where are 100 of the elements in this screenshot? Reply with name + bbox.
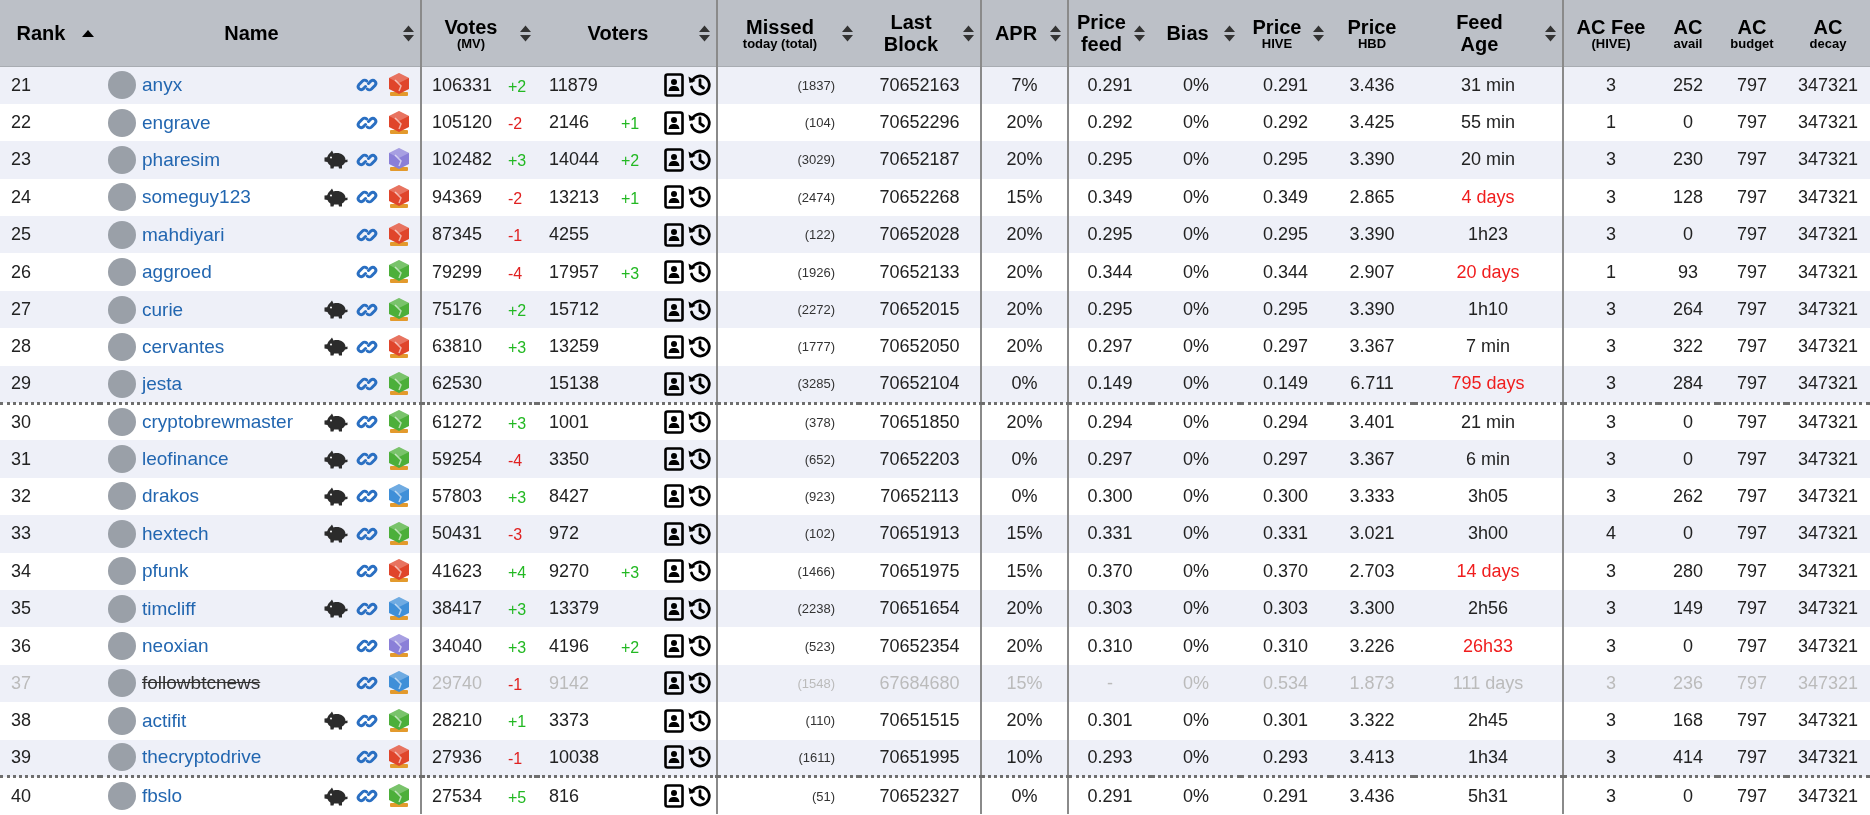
sort-icon[interactable] (842, 24, 853, 42)
block-number: 70652327 (879, 785, 960, 806)
block-number: 70652296 (879, 112, 960, 133)
profile-card-icon[interactable] (664, 521, 684, 546)
ac-decay: 347321 (1797, 74, 1859, 95)
history-icon[interactable] (688, 559, 712, 584)
missed-blocks: (102) (804, 526, 835, 542)
votes-value: 59254 (432, 448, 484, 470)
history-icon[interactable] (688, 634, 712, 659)
history-icon[interactable] (688, 222, 712, 247)
history-icon[interactable] (688, 371, 712, 396)
witness-name-link[interactable]: neoxian (142, 635, 209, 658)
ac-avail: 0 (1683, 523, 1693, 544)
sort-icon[interactable] (82, 29, 94, 37)
history-icon[interactable] (688, 708, 712, 733)
sort-icon[interactable] (1224, 24, 1235, 42)
history-icon[interactable] (688, 334, 712, 359)
history-icon[interactable] (688, 297, 712, 322)
price-hbd: 6.711 (1350, 373, 1394, 394)
witness-name-link[interactable]: timcliff (142, 597, 196, 620)
column-header[interactable]: Last Block (859, 0, 981, 67)
profile-card-icon[interactable] (664, 73, 684, 98)
apr-value: 0% (1011, 373, 1038, 394)
witness-name-link[interactable]: cervantes (142, 335, 225, 358)
witness-name-link[interactable]: anyx (142, 74, 183, 97)
column-header[interactable]: Name (100, 0, 421, 67)
witness-name-link[interactable]: pfunk (142, 560, 189, 583)
bias-value: 0% (1183, 186, 1209, 207)
sort-icon[interactable] (963, 24, 974, 42)
witness-name-link[interactable]: actifit (142, 709, 187, 732)
profile-card-icon[interactable] (664, 297, 684, 322)
column-header[interactable]: Feed Age (1414, 0, 1563, 67)
witness-name-link[interactable]: jesta (142, 372, 183, 395)
sort-icon[interactable] (520, 24, 531, 42)
history-icon[interactable] (688, 484, 712, 509)
column-header[interactable]: APR (981, 0, 1068, 67)
witness-name-link[interactable]: pharesim (142, 148, 221, 171)
profile-card-icon[interactable] (664, 484, 684, 509)
profile-card-icon[interactable] (664, 745, 684, 770)
history-icon[interactable] (688, 410, 712, 435)
profile-card-icon[interactable] (664, 559, 684, 584)
profile-card-icon[interactable] (664, 447, 684, 472)
profile-card-icon[interactable] (664, 784, 684, 809)
profile-card-icon[interactable] (664, 410, 684, 435)
history-icon[interactable] (688, 185, 712, 210)
profile-card-icon[interactable] (664, 110, 684, 135)
profile-card-icon[interactable] (664, 596, 684, 621)
witness-name-link[interactable]: aggroed (142, 261, 212, 284)
witness-name-link[interactable]: someguy123 (142, 186, 251, 209)
profile-card-icon[interactable] (664, 222, 684, 247)
profile-card-icon[interactable] (664, 634, 684, 659)
sort-icon[interactable] (1134, 24, 1145, 42)
column-header[interactable]: Bias (1151, 0, 1241, 67)
history-icon[interactable] (688, 260, 712, 285)
history-icon[interactable] (688, 110, 712, 135)
votes-value: 27534 (432, 785, 484, 807)
column-header[interactable]: Price HIVE (1241, 0, 1330, 67)
profile-card-icon[interactable] (664, 371, 684, 396)
profile-card-icon[interactable] (664, 185, 684, 210)
history-icon[interactable] (688, 447, 712, 472)
witness-name-link[interactable]: hextech (142, 522, 209, 545)
column-header[interactable]: Price feed (1068, 0, 1151, 67)
witness-name-link[interactable]: fbslo (142, 785, 183, 808)
column-header[interactable]: Voters (537, 0, 717, 67)
block-number: 70652050 (879, 336, 960, 357)
history-icon[interactable] (688, 596, 712, 621)
column-header[interactable]: Votes (MV) (421, 0, 537, 67)
history-icon[interactable] (688, 73, 712, 98)
profile-card-icon[interactable] (664, 147, 684, 172)
history-icon[interactable] (688, 784, 712, 809)
bias-value: 0% (1183, 224, 1209, 245)
price-feed: 0.149 (1087, 373, 1133, 394)
sort-icon[interactable] (699, 24, 710, 42)
witness-name-link[interactable]: mahdiyari (142, 223, 225, 246)
sort-icon[interactable] (1050, 24, 1061, 42)
profile-card-icon[interactable] (664, 334, 684, 359)
witness-name-link[interactable]: engrave (142, 111, 211, 134)
sort-icon[interactable] (1545, 24, 1556, 42)
witness-name-link[interactable]: drakos (142, 485, 200, 508)
ac-fee: 3 (1606, 74, 1616, 95)
voters-change: +3 (621, 263, 641, 283)
profile-card-icon[interactable] (664, 260, 684, 285)
price-feed: 0.301 (1087, 710, 1133, 731)
sort-icon[interactable] (403, 24, 414, 42)
history-icon[interactable] (688, 745, 712, 770)
feed-age: 7 min (1466, 336, 1510, 357)
feed-age: 14 days (1456, 560, 1520, 581)
witness-name-link[interactable]: curie (142, 298, 184, 321)
sort-icon[interactable] (1313, 24, 1324, 42)
witness-name-link[interactable]: cryptobrewmaster (142, 411, 293, 434)
rank-number: 35 (10, 598, 33, 620)
apr-value: 15% (1006, 523, 1043, 544)
history-icon[interactable] (688, 521, 712, 546)
witness-name-link[interactable]: leofinance (142, 448, 229, 471)
column-header[interactable]: Missed today (total) (717, 0, 859, 67)
bias-value: 0% (1183, 523, 1209, 544)
witness-name-link[interactable]: thecryptodrive (142, 746, 262, 769)
history-icon[interactable] (688, 147, 712, 172)
profile-card-icon[interactable] (664, 708, 684, 733)
column-header[interactable]: Rank (0, 0, 100, 67)
